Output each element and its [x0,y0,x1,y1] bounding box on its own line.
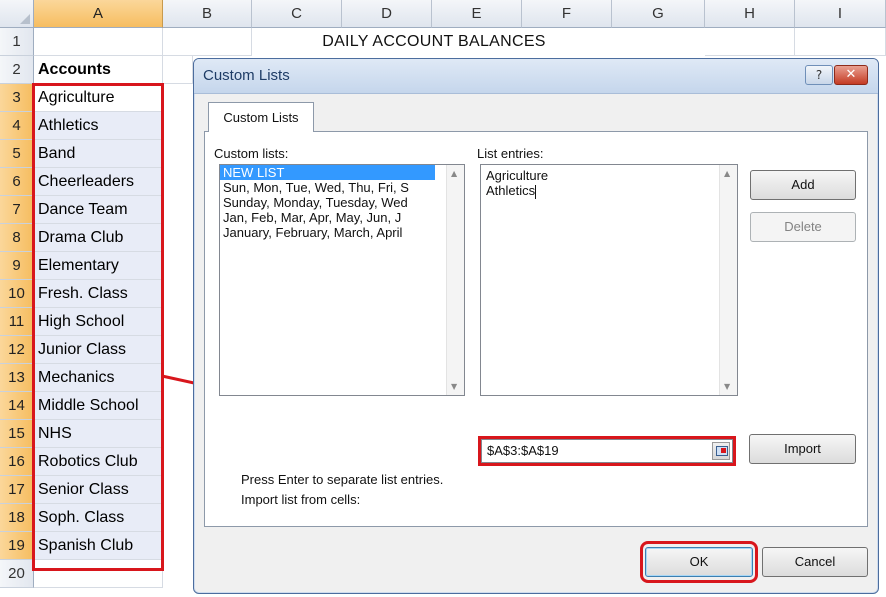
help-button[interactable]: ? [805,65,833,85]
custom-lists-scrollbar[interactable]: ▲ ▼ [446,165,464,395]
collapse-dialog-icon[interactable] [712,442,730,460]
list-entries-scrollbar[interactable]: ▲ ▼ [719,165,737,395]
list-entries-textarea[interactable]: Agriculture Athletics ▲ ▼ [480,164,738,396]
list-item[interactable]: Sun, Mon, Tue, Wed, Thu, Fri, S [220,180,464,195]
list-entry: Agriculture [486,168,549,183]
dialog-title: Custom Lists [203,67,290,84]
import-range-value: $A$3:$A$19 [487,443,559,458]
help-icon: ? [815,68,823,82]
scroll-up-icon[interactable]: ▲ [724,169,730,178]
import-button[interactable]: Import [749,434,856,464]
custom-lists-listbox[interactable]: NEW LIST Sun, Mon, Tue, Wed, Thu, Fri, S… [219,164,465,396]
cancel-button[interactable]: Cancel [762,547,868,577]
custom-lists-dialog: Custom Lists ? ✕ Custom Lists Custom lis… [193,58,879,594]
text-cursor [535,184,537,199]
add-button[interactable]: Add [750,170,856,200]
list-entry: Athletics [481,183,737,199]
import-label: Import list from cells: [241,492,361,507]
tab-panel: Custom lists: NEW LIST Sun, Mon, Tue, We… [204,131,868,527]
delete-button[interactable]: Delete [750,212,856,242]
list-item[interactable]: NEW LIST [220,165,435,180]
list-item[interactable]: Jan, Feb, Mar, Apr, May, Jun, J [220,210,464,225]
list-entry-text: Athletics [486,183,536,198]
separator-hint: Press Enter to separate list entries. [241,472,444,487]
scroll-down-icon[interactable]: ▼ [451,382,457,391]
list-item[interactable]: January, February, March, April [220,225,464,240]
list-entries-label: List entries: [477,146,544,161]
ok-button[interactable]: OK [645,547,753,577]
scroll-up-icon[interactable]: ▲ [451,169,457,178]
list-item[interactable]: Sunday, Monday, Tuesday, Wed [220,195,464,210]
scroll-down-icon[interactable]: ▼ [724,382,730,391]
tab-custom-lists[interactable]: Custom Lists [208,102,314,132]
custom-lists-label: Custom lists: [214,146,289,161]
import-range-input[interactable]: $A$3:$A$19 [481,439,733,463]
close-button[interactable]: ✕ [834,65,868,85]
close-icon: ✕ [845,67,857,82]
dialog-titlebar: Custom Lists ? ✕ [194,59,878,94]
